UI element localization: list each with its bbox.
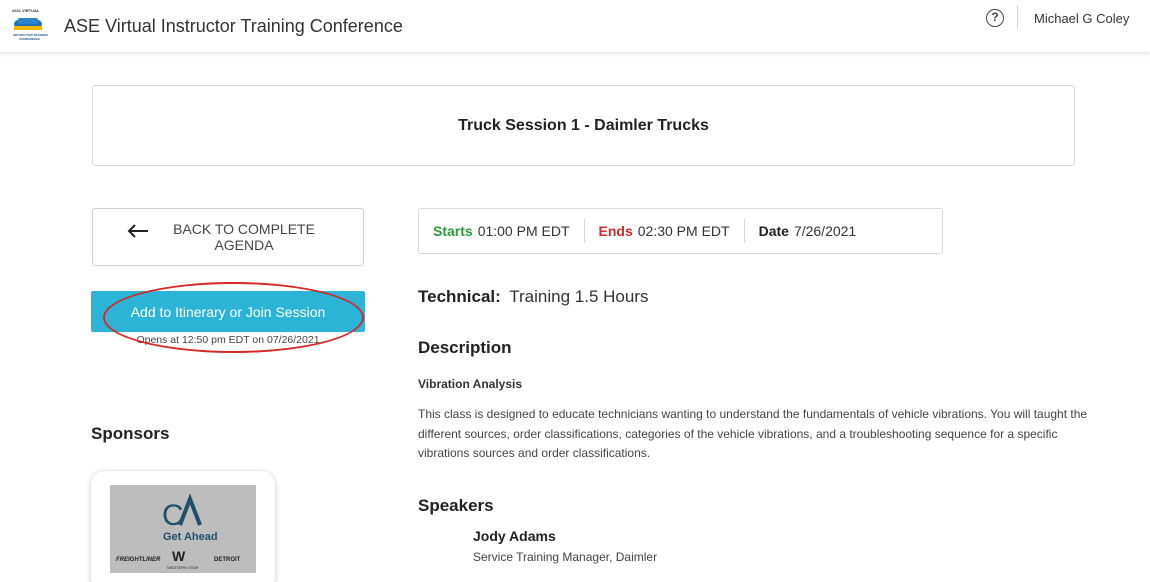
technical-info: Technical: Training 1.5 Hours	[418, 287, 648, 307]
technical-value: Training 1.5 Hours	[509, 287, 649, 306]
speaker-name[interactable]: Jody Adams	[473, 528, 556, 544]
sponsor-card[interactable]: C Get Ahead FREIGHTLINER W WESTERN STAR …	[91, 471, 275, 582]
date-value: 7/26/2021	[793, 223, 857, 239]
help-icon[interactable]: ?	[986, 9, 1004, 27]
user-name[interactable]: Michael G Coley	[1034, 11, 1129, 26]
back-button-label: BACK TO COMPLETE AGENDA	[173, 221, 315, 253]
session-title: Truck Session 1 - Daimler Trucks	[458, 116, 709, 134]
description-subtitle: Vibration Analysis	[418, 377, 523, 391]
svg-text:CONFERENCE: CONFERENCE	[19, 37, 40, 41]
technical-label: Technical:	[418, 287, 501, 306]
annotation-oval	[103, 282, 364, 353]
svg-text:C: C	[162, 499, 184, 532]
starts-label: Starts	[433, 223, 473, 239]
session-title-card: Truck Session 1 - Daimler Trucks	[92, 85, 1075, 166]
conference-logo-icon[interactable]: 2021 VIRTUAL INSTRUCTOR TRAINING CONFERE…	[8, 6, 48, 42]
svg-text:WESTERN STAR: WESTERN STAR	[167, 565, 199, 570]
svg-text:FREIGHTLINER: FREIGHTLINER	[116, 557, 161, 563]
svg-text:W: W	[172, 548, 186, 564]
top-bar: 2021 VIRTUAL INSTRUCTOR TRAINING CONFERE…	[0, 0, 1150, 52]
description-heading: Description	[418, 338, 512, 357]
session-times: Starts 01:00 PM EDT Ends 02:30 PM EDT Da…	[418, 208, 943, 254]
svg-text:DETROIT: DETROIT	[214, 557, 241, 563]
back-to-agenda-button[interactable]: BACK TO COMPLETE AGENDA	[92, 208, 364, 266]
date-label: Date	[758, 223, 789, 239]
end-time: Ends 02:30 PM EDT	[585, 209, 744, 253]
sponsor-logo-image: C Get Ahead FREIGHTLINER W WESTERN STAR …	[110, 485, 256, 573]
arrow-left-icon	[127, 224, 148, 238]
speaker-role: Service Training Manager, Daimler	[473, 550, 658, 564]
start-time: Starts 01:00 PM EDT	[419, 209, 584, 253]
sponsors-heading: Sponsors	[91, 424, 170, 443]
ends-label: Ends	[598, 223, 633, 239]
svg-text:Get Ahead: Get Ahead	[163, 531, 218, 543]
session-date: Date 7/26/2021	[745, 209, 871, 253]
description-body: This class is designed to educate techni…	[418, 407, 1088, 460]
header-divider	[1017, 6, 1018, 28]
starts-value: 01:00 PM EDT	[477, 223, 570, 239]
svg-text:2021 VIRTUAL: 2021 VIRTUAL	[12, 8, 40, 13]
speakers-heading: Speakers	[418, 496, 494, 515]
app-title: ASE Virtual Instructor Training Conferen…	[64, 16, 403, 36]
ends-value: 02:30 PM EDT	[637, 223, 730, 239]
